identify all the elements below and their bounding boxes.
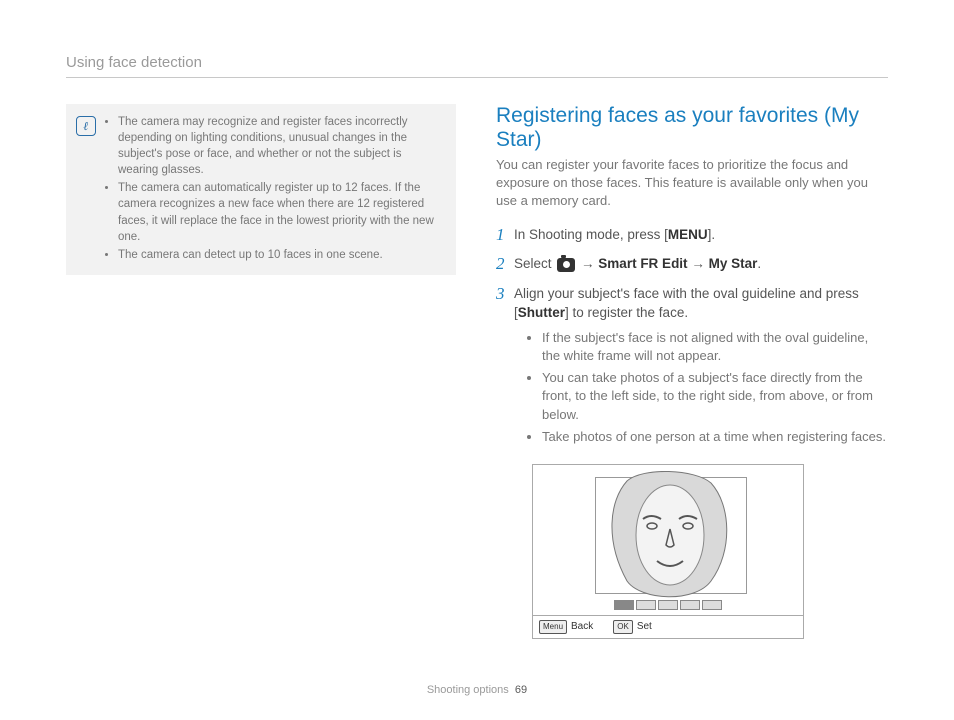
- progress-cell: [658, 600, 678, 610]
- my-star-label: My Star: [709, 256, 758, 271]
- set-group: OK Set: [613, 620, 652, 635]
- camera-icon: [557, 258, 575, 272]
- note-item: The camera may recognize and register fa…: [118, 114, 444, 178]
- menu-label: MENU: [668, 227, 708, 242]
- step-text: In Shooting mode, press [: [514, 227, 668, 242]
- step-text: Select: [514, 256, 555, 271]
- note-icon: ℓ: [76, 116, 96, 136]
- sub-item: You can take photos of a subject's face …: [542, 369, 888, 424]
- footer-section: Shooting options: [427, 684, 509, 696]
- progress-row: [614, 600, 722, 610]
- sub-item: Take photos of one person at a time when…: [542, 428, 888, 446]
- arrow: →: [688, 256, 709, 271]
- menu-button-icon: Menu: [539, 620, 567, 634]
- step-3: Align your subject's face with the oval …: [496, 284, 888, 639]
- smart-fr-label: Smart FR Edit: [598, 256, 687, 271]
- note-item: The camera can detect up to 10 faces in …: [118, 247, 444, 263]
- page-number: 69: [515, 684, 527, 696]
- progress-cell: [680, 600, 700, 610]
- step-text: ] to register the face.: [565, 305, 688, 320]
- section-title: Registering faces as your favorites (My …: [496, 104, 888, 152]
- back-label: Back: [571, 620, 593, 635]
- note-item: The camera can automatically register up…: [118, 180, 444, 244]
- camera-screen: Menu Back OK Set: [532, 464, 804, 639]
- section-intro: You can register your favorite faces to …: [496, 156, 888, 211]
- progress-cell: [636, 600, 656, 610]
- page-footer: Shooting options 69: [0, 684, 954, 696]
- note-box: ℓ The camera may recognize and register …: [66, 104, 456, 275]
- sub-item: If the subject's face is not aligned wit…: [542, 329, 888, 365]
- step-text: ].: [708, 227, 716, 242]
- step-text: .: [757, 256, 761, 271]
- shutter-label: Shutter: [518, 305, 565, 320]
- back-group: Menu Back: [539, 620, 593, 635]
- arrow: →: [577, 256, 598, 271]
- note-list: The camera may recognize and register fa…: [104, 114, 444, 265]
- step-1: In Shooting mode, press [MENU].: [496, 225, 888, 245]
- progress-cell: [702, 600, 722, 610]
- set-label: Set: [637, 620, 652, 635]
- face-illustration: [599, 471, 741, 601]
- progress-cell: [614, 600, 634, 610]
- ok-button-icon: OK: [613, 620, 633, 634]
- step-2: Select → Smart FR Edit → My Star.: [496, 254, 888, 274]
- page-header: Using face detection: [66, 54, 888, 78]
